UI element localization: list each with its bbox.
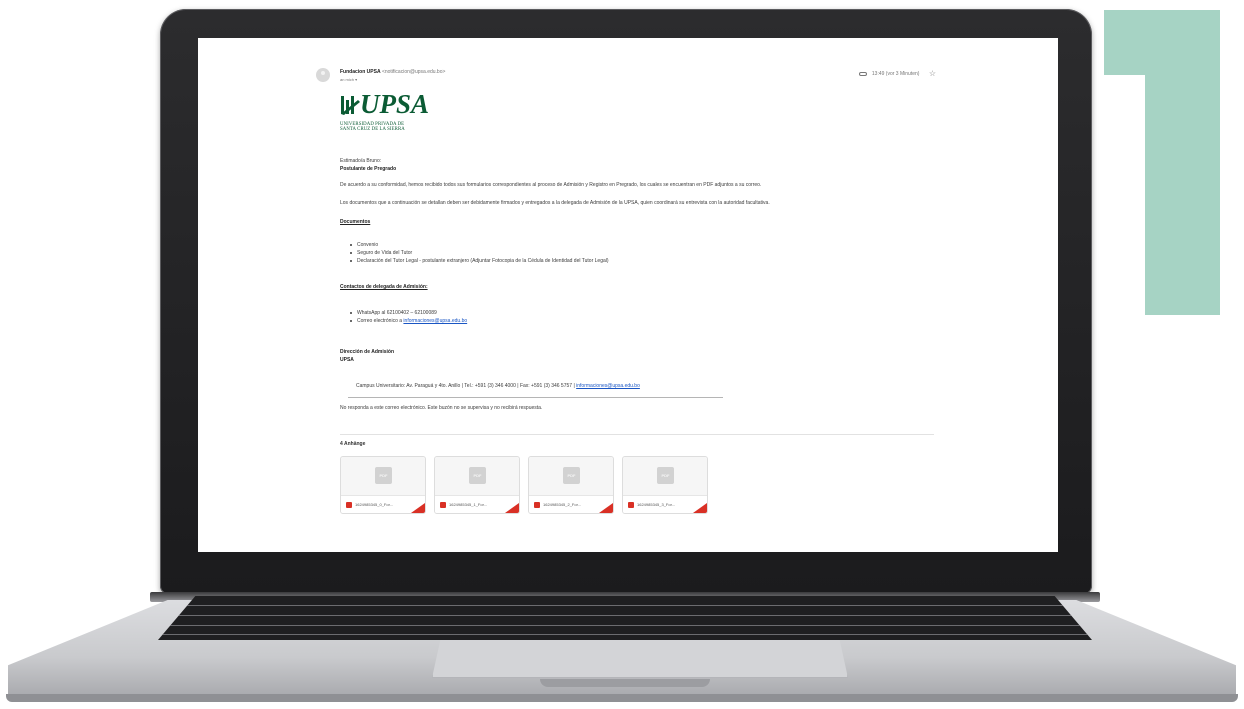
pdf-badge-icon xyxy=(628,502,634,508)
attachments-divider xyxy=(340,434,934,435)
contact-whatsapp: WhatsApp al 62100402 – 62100089 xyxy=(350,310,467,316)
contact-email: Correo electrónico a informaciones@upsa.… xyxy=(350,318,467,324)
key-row-divider xyxy=(158,634,1092,635)
attachment-footer: 1624985345_3_For... xyxy=(623,495,707,513)
star-icon[interactable]: ☆ xyxy=(929,69,936,78)
key-row-divider xyxy=(158,625,1092,626)
email-view: Fundacion UPSA <notificacion@upsa.edu.bo… xyxy=(198,38,1058,552)
list-item: Convenio xyxy=(350,242,609,248)
paperclip-icon xyxy=(858,71,867,76)
attachment-card[interactable]: PDF 1624985345_0_For... xyxy=(340,456,426,514)
pdf-badge-icon xyxy=(440,502,446,508)
attachment-name: 1624985345_1_For... xyxy=(449,502,488,507)
sender-address: <notificacion@upsa.edu.bo> xyxy=(381,69,446,75)
upsa-emblem-icon xyxy=(341,96,360,115)
logo-wordmark: UPSA xyxy=(360,89,430,119)
greeting: Estimado/a Bruno: xyxy=(340,158,382,164)
documents-heading: Documentos xyxy=(340,219,371,225)
attachment-corner-icon xyxy=(505,503,519,513)
recipient-role: Postulante de Pregrado xyxy=(340,166,397,172)
attachment-card[interactable]: PDF 1624985345_2_For... xyxy=(528,456,614,514)
no-reply-notice: No responda a este correo electrónico. E… xyxy=(340,405,543,411)
attachments-title: 4 Anhänge xyxy=(340,441,366,447)
footer-address-text: Campus Universitario: Av. Paraguá y 4to.… xyxy=(356,383,577,389)
key-row-divider xyxy=(158,615,1092,616)
contact-email-prefix: Correo electrónico a xyxy=(357,318,404,324)
pdf-icon: PDF xyxy=(563,467,580,484)
footer-address: Campus Universitario: Av. Paraguá y 4to.… xyxy=(356,383,956,389)
upsa-logo: UPSA UNIVERSIDAD PRIVADA DE SANTA CRUZ D… xyxy=(340,90,430,136)
laptop-trackpad xyxy=(432,640,848,678)
pdf-badge-icon xyxy=(346,502,352,508)
email-meta: 13:49 (vor 3 Minuten) ☆ xyxy=(858,69,936,78)
attachment-corner-icon xyxy=(693,503,707,513)
paragraph-1: De acuerdo a su conformidad, hemos recib… xyxy=(340,182,762,188)
signature-line-1: Dirección de Admisión xyxy=(340,349,394,355)
attachment-preview: PDF xyxy=(623,457,707,495)
attachment-name: 1624985345_0_For... xyxy=(355,502,394,507)
person-avatar-icon xyxy=(316,68,330,82)
laptop-base-edge xyxy=(6,694,1238,702)
documents-list: Convenio Seguro de Vida del Tutor Declar… xyxy=(350,242,609,266)
signature-line-2: UPSA xyxy=(340,357,354,363)
list-item: Seguro de Vida del Tutor xyxy=(350,250,609,256)
email-header: Fundacion UPSA <notificacion@upsa.edu.bo… xyxy=(316,64,936,84)
attachment-preview: PDF xyxy=(341,457,425,495)
decorative-bar-stem xyxy=(1145,10,1220,315)
pdf-icon: PDF xyxy=(375,467,392,484)
attachment-name: 1624985345_3_For... xyxy=(637,502,676,507)
attachment-preview: PDF xyxy=(435,457,519,495)
logo-subtitle-line2: SANTA CRUZ DE LA SIERRA xyxy=(340,127,405,132)
attachment-footer: 1624985345_1_For... xyxy=(435,495,519,513)
attachment-card[interactable]: PDF 1624985345_1_For... xyxy=(434,456,520,514)
attachment-footer: 1624985345_2_For... xyxy=(529,495,613,513)
pdf-icon: PDF xyxy=(657,467,674,484)
sender-name: Fundacion UPSA xyxy=(340,69,381,75)
paragraph-2: Los documentos que a continuación se det… xyxy=(340,200,770,206)
contact-email-link[interactable]: informaciones@upsa.edu.bo xyxy=(403,318,467,324)
attachment-corner-icon xyxy=(411,503,425,513)
key-row-divider xyxy=(158,605,1092,606)
attachment-footer: 1624985345_0_For... xyxy=(341,495,425,513)
decorative-number-one xyxy=(1104,10,1220,315)
laptop-keyboard xyxy=(158,596,1092,640)
email-time: 13:49 (vor 3 Minuten) xyxy=(871,70,920,77)
attachment-corner-icon xyxy=(599,503,613,513)
attachment-card[interactable]: PDF 1624985345_3_For... xyxy=(622,456,708,514)
footer-divider xyxy=(348,397,723,398)
contacts-heading: Contactos de delegada de Admisión: xyxy=(340,284,428,290)
laptop-lid-notch xyxy=(540,679,710,687)
footer-email-link[interactable]: informaciones@upsa.edu.bo xyxy=(576,383,640,389)
sender[interactable]: Fundacion UPSA <notificacion@upsa.edu.bo… xyxy=(340,69,445,75)
recipient-toggle[interactable]: an mich ▾ xyxy=(340,77,357,82)
attachment-name: 1624985345_2_For... xyxy=(543,502,582,507)
laptop-mockup-scene: Fundacion UPSA <notificacion@upsa.edu.bo… xyxy=(0,0,1244,709)
pdf-icon: PDF xyxy=(469,467,486,484)
list-item: Declaración del Tutor Legal - postulante… xyxy=(350,258,609,264)
laptop-screen: Fundacion UPSA <notificacion@upsa.edu.bo… xyxy=(198,38,1058,552)
contacts-list: WhatsApp al 62100402 – 62100089 Correo e… xyxy=(350,310,467,326)
pdf-badge-icon xyxy=(534,502,540,508)
attachment-preview: PDF xyxy=(529,457,613,495)
